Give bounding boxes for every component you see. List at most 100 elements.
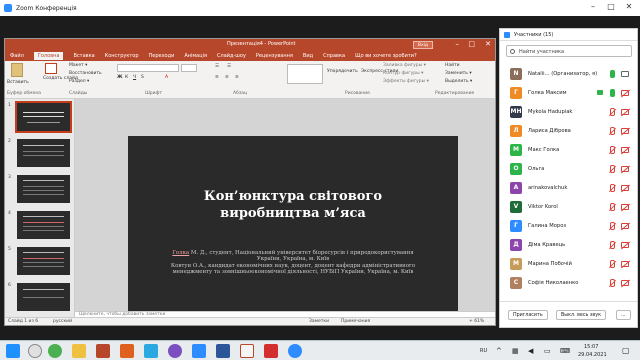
- camera-off-icon[interactable]: [621, 261, 629, 267]
- camera-off-icon[interactable]: [621, 185, 629, 191]
- notifications-icon[interactable]: ▢: [622, 346, 630, 355]
- camera-icon[interactable]: [621, 71, 629, 77]
- participant-row[interactable]: Aarinakovalchuk: [500, 179, 637, 197]
- word-icon[interactable]: [216, 344, 230, 358]
- tab-insert[interactable]: Вставка: [73, 53, 94, 59]
- camera-off-icon[interactable]: [621, 90, 629, 96]
- tray-chevron-icon[interactable]: ^: [496, 347, 502, 355]
- section-button[interactable]: Раздел ▾: [69, 79, 89, 84]
- chrome-icon[interactable]: [48, 344, 62, 358]
- clock-time[interactable]: 15:07: [584, 344, 598, 350]
- tab-view[interactable]: Вид: [303, 53, 313, 59]
- participant-row[interactable]: С Софія Николаенко: [500, 274, 637, 292]
- zoom-taskbar-icon[interactable]: [192, 344, 206, 358]
- find-button[interactable]: Найти: [445, 63, 460, 68]
- select-button[interactable]: Выделить ▾: [445, 79, 472, 84]
- telegram-icon[interactable]: [144, 344, 158, 358]
- tab-home[interactable]: Головна: [33, 52, 64, 60]
- underline-icon[interactable]: Ч: [133, 75, 136, 80]
- slide-authors[interactable]: Голка М. Д., студент, Національний уніве…: [168, 250, 418, 275]
- font-size-select[interactable]: [181, 64, 197, 72]
- slide-thumbnail-6[interactable]: [17, 283, 70, 311]
- layout-button[interactable]: Макет ▾: [69, 63, 87, 68]
- tab-animations[interactable]: Анімація: [184, 53, 207, 59]
- keyboard-icon[interactable]: ⌨: [560, 347, 570, 355]
- participant-row[interactable]: М Марина Побочій: [500, 255, 637, 273]
- slide-thumbnail-4[interactable]: [17, 211, 70, 239]
- camera-off-icon[interactable]: [621, 204, 629, 210]
- maximize-icon[interactable]: □: [604, 2, 618, 11]
- participant-row[interactable]: М Макс Голка: [500, 141, 637, 159]
- slide-thumbnail-1[interactable]: [15, 101, 72, 133]
- folder-icon[interactable]: [72, 344, 86, 358]
- camera-off-icon[interactable]: [621, 109, 629, 115]
- mic-muted-icon[interactable]: [610, 108, 615, 116]
- tab-review[interactable]: Рецензування: [256, 53, 293, 59]
- reset-button[interactable]: Восстановить: [69, 71, 102, 76]
- tab-transitions[interactable]: Переходи: [149, 53, 175, 59]
- close-icon[interactable]: ✕: [622, 2, 636, 11]
- strikethrough-icon[interactable]: S: [141, 75, 144, 80]
- maximize-icon[interactable]: □: [468, 40, 475, 48]
- slide-thumbnail-5[interactable]: [17, 247, 70, 275]
- font-color-icon[interactable]: A: [165, 75, 168, 80]
- slide-thumbnail-3[interactable]: [17, 175, 70, 203]
- mic-muted-icon[interactable]: [610, 184, 615, 192]
- minimize-icon[interactable]: –: [586, 2, 600, 11]
- volume-icon[interactable]: ◀: [528, 347, 533, 355]
- slide-title[interactable]: Кон’юнктура світового виробництва м’яса: [128, 188, 458, 222]
- mic-muted-icon[interactable]: [610, 222, 615, 230]
- viber-icon[interactable]: [168, 344, 182, 358]
- file-explorer-icon[interactable]: [28, 344, 42, 358]
- arrange-button[interactable]: Упорядочить: [327, 69, 358, 74]
- tab-slideshow[interactable]: Слайд-шоу: [217, 53, 246, 59]
- font-family-select[interactable]: [117, 64, 179, 72]
- italic-icon[interactable]: К: [125, 75, 128, 80]
- mute-all-button[interactable]: Выкл. весь звук: [556, 310, 606, 320]
- tab-design[interactable]: Конструктор: [105, 53, 139, 59]
- camera-off-icon[interactable]: [621, 223, 629, 229]
- mic-muted-icon[interactable]: [610, 241, 615, 249]
- camera-off-icon[interactable]: [621, 147, 629, 153]
- start-icon[interactable]: [6, 344, 20, 358]
- participant-search-input[interactable]: Найти участника: [506, 45, 632, 57]
- mic-icon[interactable]: [610, 70, 615, 78]
- network-icon[interactable]: ▦: [512, 347, 519, 355]
- mic-muted-icon[interactable]: [610, 127, 615, 135]
- camera-off-icon[interactable]: [621, 280, 629, 286]
- mic-muted-icon[interactable]: [610, 165, 615, 173]
- invite-button[interactable]: Пригласить: [508, 310, 548, 320]
- camera-off-icon[interactable]: [621, 128, 629, 134]
- firefox-icon[interactable]: [120, 344, 134, 358]
- camera-off-icon[interactable]: [621, 242, 629, 248]
- shape-outline-button[interactable]: Контур фигуры ▾: [383, 71, 423, 76]
- tab-help[interactable]: Справка: [323, 53, 345, 59]
- battery-icon[interactable]: ▭: [544, 347, 551, 355]
- comments-button[interactable]: Примечания: [341, 319, 370, 324]
- participant-row[interactable]: Л Лариса Діброва: [500, 122, 637, 140]
- mic-icon[interactable]: [610, 89, 615, 97]
- shapes-gallery[interactable]: [287, 64, 323, 84]
- align-center-icon[interactable]: ≡: [225, 75, 229, 80]
- participant-row[interactable]: N Nataliі... (Организатор, я): [500, 65, 637, 83]
- shape-effects-button[interactable]: Эффекты фигуры ▾: [383, 79, 429, 84]
- tab-file[interactable]: Файл: [10, 53, 24, 59]
- close-icon[interactable]: ✕: [485, 40, 491, 48]
- zoom-level[interactable]: + 61%: [469, 319, 484, 324]
- participant-row[interactable]: О Ольга: [500, 160, 637, 178]
- powerpoint-open-icon[interactable]: [240, 344, 254, 358]
- mic-muted-icon[interactable]: [610, 279, 615, 287]
- participant-row[interactable]: Г Галина Мороз: [500, 217, 637, 235]
- powerpoint-icon[interactable]: [96, 344, 110, 358]
- replace-button[interactable]: Заменить ▾: [445, 71, 472, 76]
- participant-row[interactable]: Д Діма Кравець: [500, 236, 637, 254]
- paste-button[interactable]: Вставить: [7, 80, 29, 85]
- language-indicator[interactable]: RU: [480, 348, 487, 354]
- paste-icon[interactable]: [11, 63, 23, 77]
- acrobat-icon[interactable]: [264, 344, 278, 358]
- shape-fill-button[interactable]: Заливка фигуры ▾: [383, 63, 426, 68]
- bold-icon[interactable]: Ж: [117, 75, 123, 80]
- participant-row[interactable]: Г Голка Максим: [500, 84, 637, 102]
- numbering-icon[interactable]: ☰: [227, 64, 231, 69]
- new-slide-icon[interactable]: [45, 63, 57, 74]
